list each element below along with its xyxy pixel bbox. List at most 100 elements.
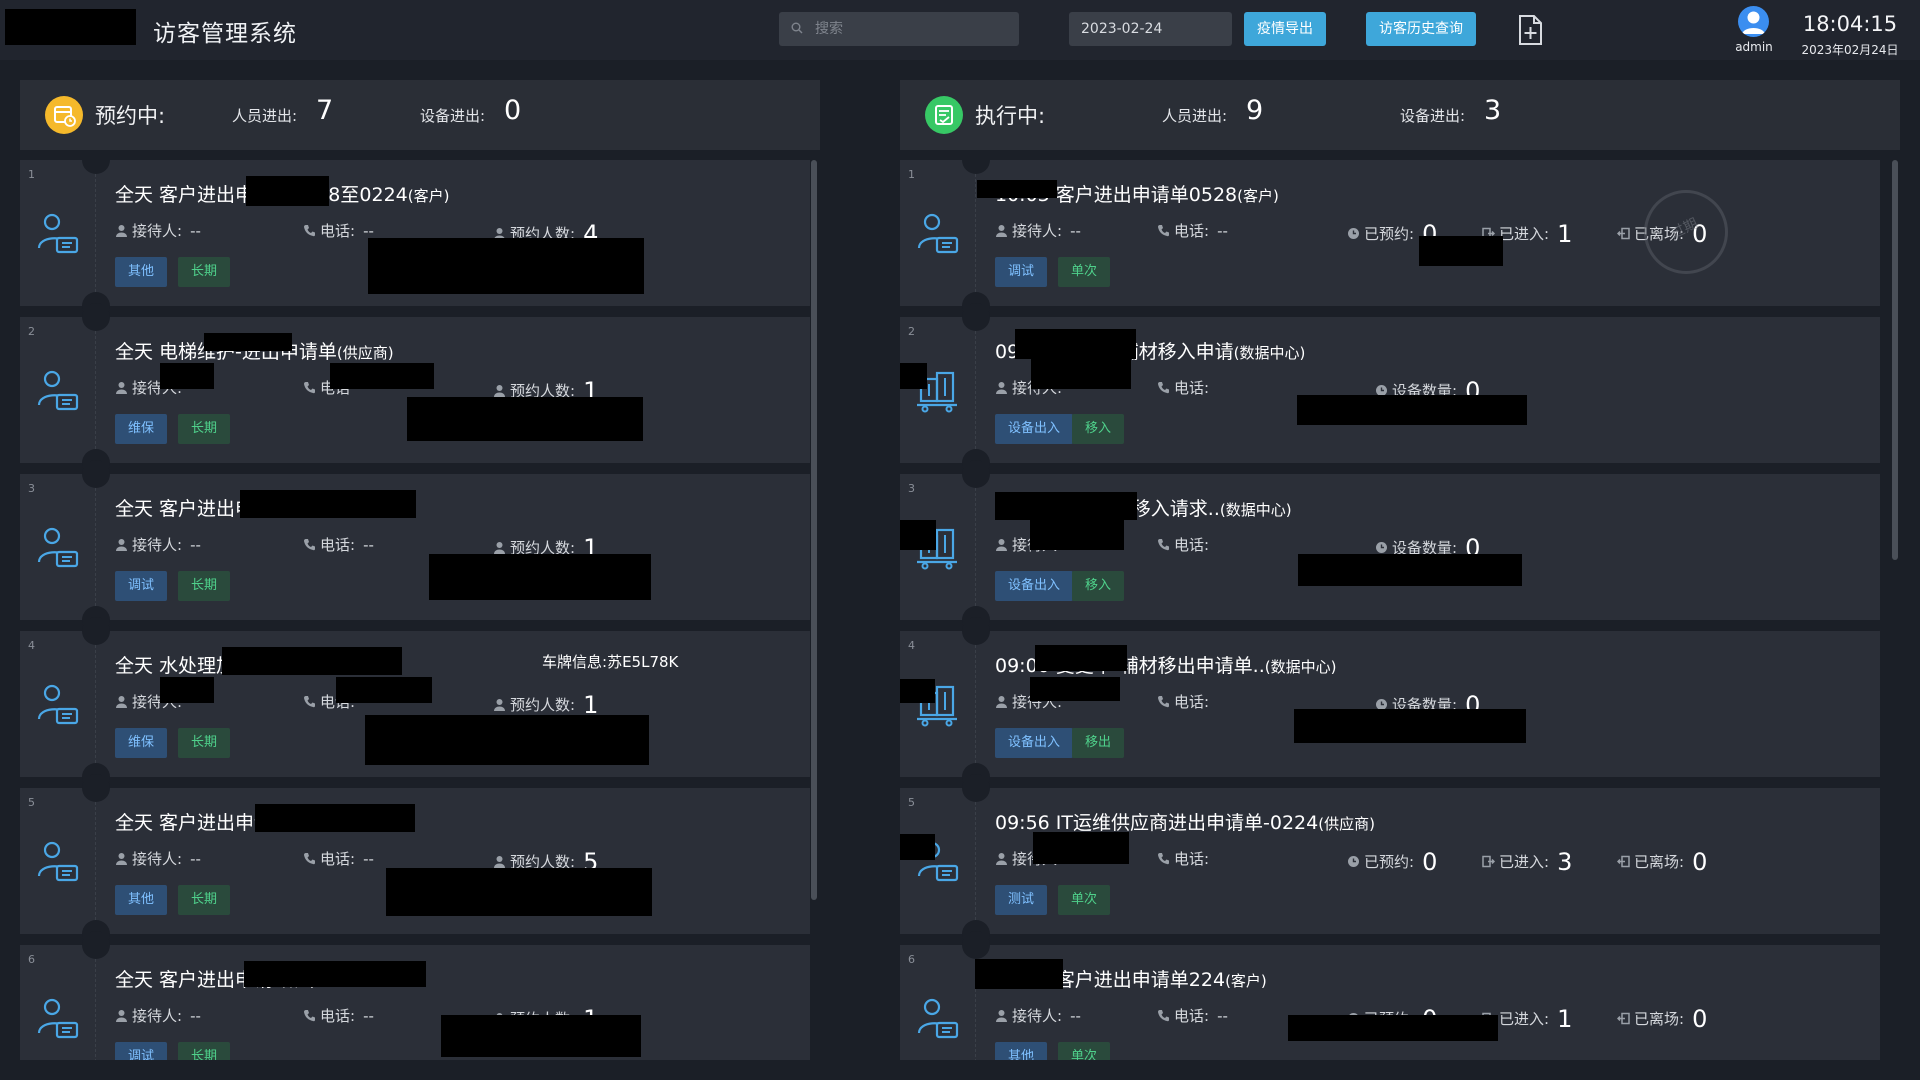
pending-scrollbar[interactable] xyxy=(811,160,817,900)
appointment-card[interactable]: 5全天 客户进出申请单-(客户)接待人:--电话:--预约人数:5其他长期 xyxy=(20,774,810,948)
category-tag[interactable]: 移入 xyxy=(1072,571,1125,601)
appointment-card[interactable]: 1 全天 客户进出申请单0218至0224(客户) 接待人: -- 电话: -- 预约人数:… xyxy=(20,160,810,320)
active-people-label: 人员进出: xyxy=(1162,107,1228,125)
redacted-info xyxy=(244,961,426,987)
redacted-info xyxy=(160,677,214,703)
card-field: 已离场: 0 xyxy=(1617,848,1707,876)
field-value: -- xyxy=(1217,1007,1228,1025)
redacted-info xyxy=(255,804,415,832)
redacted-info xyxy=(977,180,1057,198)
category-tag[interactable]: 长期 xyxy=(178,257,231,287)
category-tag[interactable]: 其他 xyxy=(115,257,168,287)
person-icon xyxy=(995,379,1012,397)
card-divider xyxy=(975,645,976,763)
export-button[interactable]: 疫情导出 xyxy=(1244,12,1326,46)
search-input[interactable] xyxy=(815,12,1011,46)
category-tag[interactable]: 移出 xyxy=(1072,728,1125,758)
card-field: 已预约: 0 xyxy=(1347,848,1437,876)
add-file-icon[interactable] xyxy=(1516,14,1544,46)
field-label: 预约人数: xyxy=(510,696,576,714)
category-tag[interactable]: 调试 xyxy=(115,1042,168,1060)
visitor-icon xyxy=(35,838,81,884)
date-picker[interactable]: 2023-02-24 xyxy=(1069,12,1232,46)
person-icon xyxy=(115,693,132,711)
redacted-info xyxy=(1030,520,1124,550)
category-tag[interactable]: 维保 xyxy=(115,728,168,758)
appointment-card[interactable]: 612:29 客户进出申请单224(客户)接待人:--电话:--已预约:0已进入… xyxy=(900,931,1880,1060)
card-field: 接待人: -- xyxy=(995,1005,1081,1026)
category-tag[interactable]: 设备出入 xyxy=(995,571,1074,601)
people-icon xyxy=(493,696,510,714)
field-label: 接待人: xyxy=(132,850,183,868)
person-icon xyxy=(115,850,132,868)
appointment-card[interactable]: 1 10:03 客户进出申请单0528(客户) 接待人: -- 电话: -- 已预约: 0 已进… xyxy=(900,160,1880,320)
redacted-info xyxy=(429,554,651,600)
category-tag[interactable]: 长期 xyxy=(178,414,231,444)
card-title-suffix: 224 xyxy=(1188,969,1226,991)
category-tag[interactable]: 长期 xyxy=(178,885,231,915)
category-tag[interactable]: 调试 xyxy=(995,257,1048,287)
card-field: 接待人: -- xyxy=(115,534,201,555)
logo-redacted xyxy=(5,9,136,45)
category-tag[interactable]: 设备出入 xyxy=(995,728,1074,758)
category-tag[interactable]: 移入 xyxy=(1072,414,1125,444)
phone-icon xyxy=(303,536,320,554)
card-field: 电话: -- xyxy=(1157,1005,1228,1026)
active-scrollbar[interactable] xyxy=(1892,160,1898,560)
category-tag[interactable]: 长期 xyxy=(178,728,231,758)
card-divider xyxy=(975,802,976,920)
field-label: 已预约: xyxy=(1364,853,1415,871)
appointment-card[interactable]: 309:00 客户辅材移入请求..(数据中心)接待人:电话:设备数量:0设备出入… xyxy=(900,460,1880,634)
category-tag[interactable]: 单次 xyxy=(1058,257,1111,287)
user-icon xyxy=(1742,11,1765,34)
pending-people-count: 7 xyxy=(316,95,334,126)
user-avatar[interactable] xyxy=(1738,6,1769,37)
phone-icon xyxy=(1157,850,1174,868)
redacted-info xyxy=(160,363,214,389)
redacted-info xyxy=(975,959,1063,989)
card-field: 电话: -- xyxy=(303,848,374,869)
visitor-icon xyxy=(35,524,81,570)
appointment-card[interactable]: 209:00 变更单-辅材移入申请(数据中心)接待人:电话:设备数量:0设备出入… xyxy=(900,303,1880,477)
card-notch xyxy=(82,303,110,331)
card-divider xyxy=(95,174,96,292)
appointment-card[interactable]: 3全天 客户进出申请-.(客户)接待人:--电话:--预约人数:1调试长期 xyxy=(20,460,810,634)
card-divider xyxy=(95,331,96,449)
category-tag[interactable]: 单次 xyxy=(1058,885,1111,915)
card-field: 接待人: -- xyxy=(115,848,201,869)
appointment-card[interactable]: 4 09:00 变更单-辅材移出申请单..(数据中心) 接待人: 电话: 设备数量: 0 设… xyxy=(900,617,1880,791)
card-index: 4 xyxy=(28,639,35,652)
phone-icon xyxy=(1157,693,1174,711)
card-field: 接待人: -- xyxy=(115,220,201,241)
card-title-tag: (数据中心) xyxy=(1233,344,1306,362)
pending-device-label: 设备进出: xyxy=(420,107,486,125)
appointment-card[interactable]: 6全天 客户进出申请-客户)接待人:--电话:--预约人数:1调试长期 xyxy=(20,931,810,1060)
card-field: 电话: xyxy=(1157,848,1217,869)
appointment-card[interactable]: 4全天 水处理加药-(供应商)接待人:电话:预约人数:1维保长期车牌信息:苏E5… xyxy=(20,617,810,791)
plate-info: 车牌信息:苏E5L78K xyxy=(542,651,678,672)
field-label: 接待人: xyxy=(132,222,183,240)
category-tag[interactable]: 长期 xyxy=(178,571,231,601)
phone-icon xyxy=(303,222,320,240)
category-tag[interactable]: 测试 xyxy=(995,885,1048,915)
field-label: 电话: xyxy=(1174,1007,1210,1025)
category-tag[interactable]: 维保 xyxy=(115,414,168,444)
category-tag[interactable]: 其他 xyxy=(995,1042,1048,1060)
app-title: 访客管理系统 xyxy=(153,21,297,47)
redacted-info xyxy=(1419,236,1503,266)
category-tag[interactable]: 其他 xyxy=(115,885,168,915)
pending-people-label: 人员进出: xyxy=(232,107,298,125)
plate-number: 苏E5L78K xyxy=(607,653,679,671)
category-tag[interactable]: 长期 xyxy=(178,1042,231,1060)
search-box[interactable] xyxy=(779,12,1019,46)
field-label: 已进入: xyxy=(1499,225,1550,243)
appointment-card[interactable]: 2全天 电梯维护-进出申请单(供应商)接待人:电话预约人数:1维保长期 xyxy=(20,303,810,477)
card-divider xyxy=(975,174,976,292)
card-field: 接待人: -- xyxy=(115,1005,201,1026)
category-tag[interactable]: 调试 xyxy=(115,571,168,601)
category-tag[interactable]: 设备出入 xyxy=(995,414,1074,444)
category-tag[interactable]: 单次 xyxy=(1058,1042,1111,1060)
appointment-card[interactable]: 509:56 IT运维供应商进出申请单-0224(供应商)接待人:电话:已预约:… xyxy=(900,774,1880,948)
field-value: 1 xyxy=(1557,220,1573,248)
history-query-button[interactable]: 访客历史查询 xyxy=(1366,12,1476,46)
